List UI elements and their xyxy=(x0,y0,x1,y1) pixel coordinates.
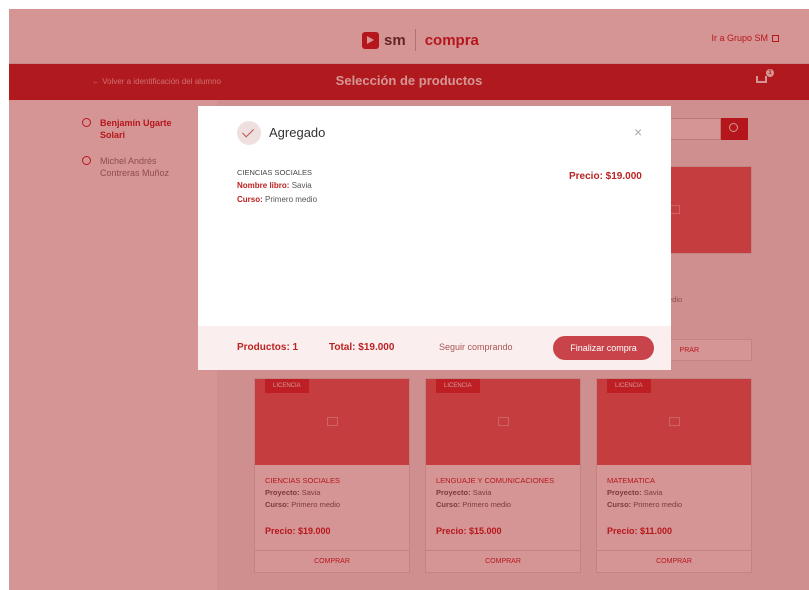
close-icon[interactable]: × xyxy=(634,124,642,140)
modal-subject: CIENCIAS SOCIALES xyxy=(237,168,313,177)
modal-course: Curso: Primero medio xyxy=(237,195,318,204)
product-count: Productos: 1 xyxy=(237,342,299,353)
modal-footer: Productos: 1 Total: $19.000 Seguir compr… xyxy=(198,326,671,370)
checkout-button[interactable]: Finalizar compra xyxy=(553,336,654,360)
cart-total: Total: $19.000 xyxy=(329,342,395,353)
modal-title: Agregado xyxy=(269,125,326,140)
added-to-cart-modal: Agregado × CIENCIAS SOCIALES Nombre libr… xyxy=(198,106,671,370)
continue-shopping-link[interactable]: Seguir comprando xyxy=(439,342,513,352)
modal-price: Precio: $19.000 xyxy=(569,171,642,182)
modal-book-name: Nombre libro: Savia xyxy=(237,181,312,190)
check-icon xyxy=(237,121,261,145)
page: sm compra Ir a Grupo SM ← Volver a ident… xyxy=(9,9,809,590)
